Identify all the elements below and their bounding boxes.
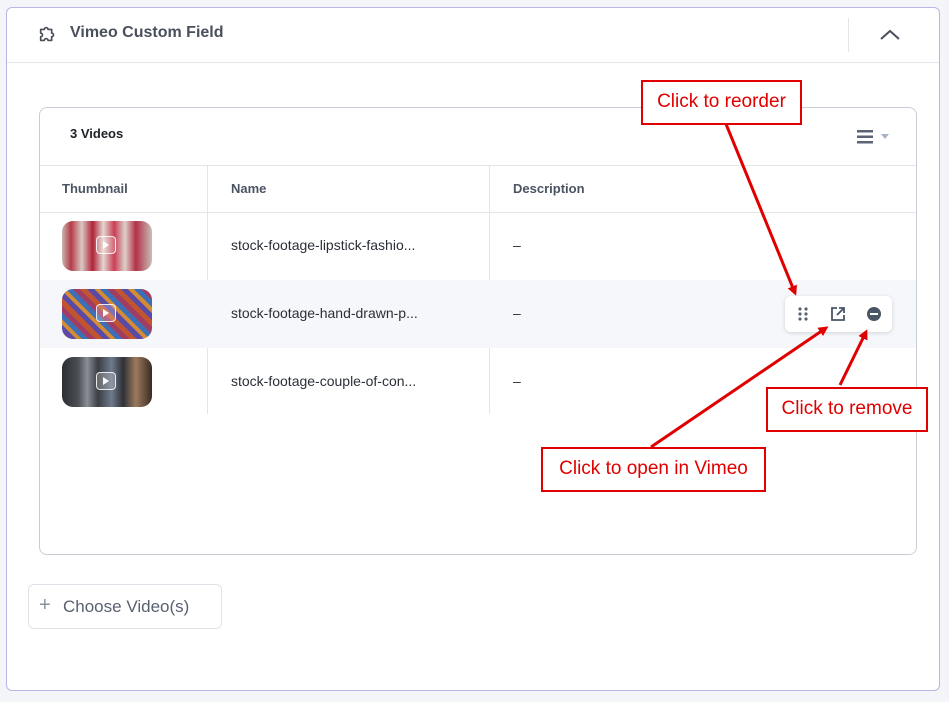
annotation-arrows xyxy=(650,123,868,449)
reorder-arrow xyxy=(724,123,797,296)
annotation-reorder: Click to reorder xyxy=(641,80,802,125)
annotation-open: Click to open in Vimeo xyxy=(541,447,766,492)
annotation-remove: Click to remove xyxy=(766,387,928,432)
remove-arrow xyxy=(838,329,868,386)
